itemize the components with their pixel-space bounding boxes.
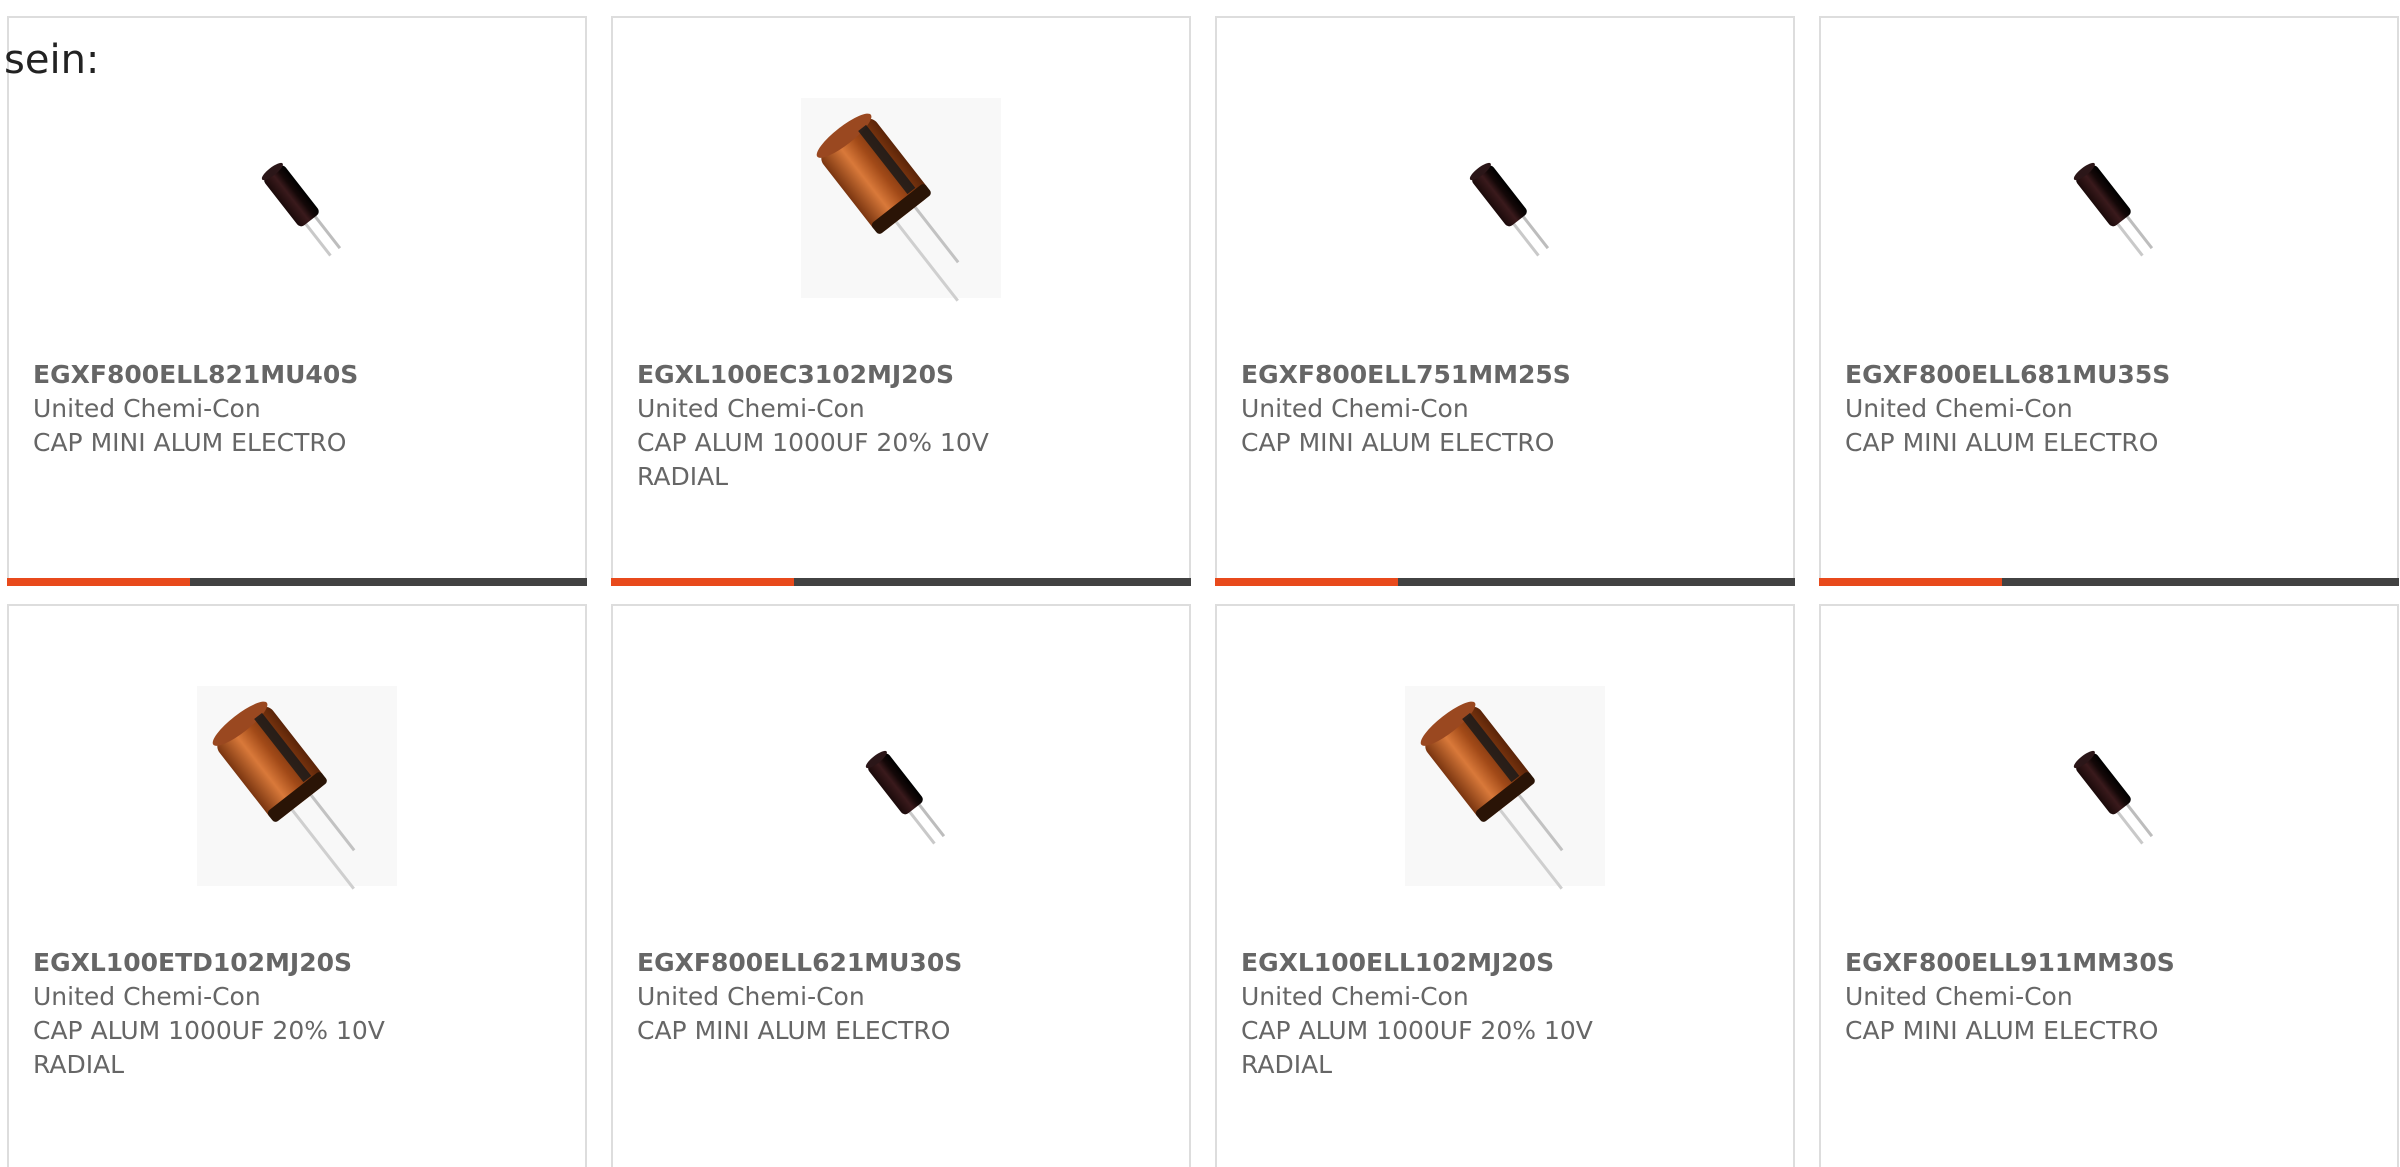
description: CAP ALUM 1000UF 20% 10V RADIAL [33, 1016, 385, 1079]
product-image[interactable] [9, 78, 585, 328]
part-number-link[interactable]: EGXF800ELL681MU35S [1845, 358, 2245, 392]
progress-bar-fill [1819, 578, 2002, 586]
manufacturer: United Chemi-Con [33, 394, 261, 423]
progress-bar [7, 578, 587, 586]
product-info: EGXF800ELL751MM25S United Chemi-Con CAP … [1241, 358, 1641, 460]
small-black-capacitor-icon [261, 162, 342, 257]
product-card[interactable]: EGXF800ELL751MM25S United Chemi-Con CAP … [1215, 16, 1795, 586]
product-image[interactable] [1821, 666, 2397, 916]
progress-bar [1215, 578, 1795, 586]
description: CAP MINI ALUM ELECTRO [33, 428, 347, 457]
product-image[interactable] [9, 666, 585, 916]
progress-bar [611, 578, 1191, 586]
progress-bar-fill [1215, 578, 1398, 586]
manufacturer: United Chemi-Con [637, 394, 865, 423]
description: CAP MINI ALUM ELECTRO [1845, 1016, 2159, 1045]
orange-capacitor-icon [801, 98, 1001, 302]
intro-text: sein: [4, 37, 100, 83]
description: CAP MINI ALUM ELECTRO [1845, 428, 2159, 457]
orange-capacitor-icon [1405, 686, 1605, 890]
product-info: EGXF800ELL821MU40S United Chemi-Con CAP … [33, 358, 433, 460]
progress-bar-fill [7, 578, 190, 586]
product-card[interactable]: EGXF800ELL821MU40S United Chemi-Con CAP … [7, 16, 587, 586]
orange-capacitor-icon [197, 686, 397, 890]
product-image[interactable] [1217, 78, 1793, 328]
product-image[interactable] [613, 666, 1189, 916]
part-number-link[interactable]: EGXF800ELL821MU40S [33, 358, 433, 392]
product-card[interactable]: EGXL100EC3102MJ20S United Chemi-Con CAP … [611, 16, 1191, 586]
manufacturer: United Chemi-Con [1845, 394, 2073, 423]
product-card[interactable]: EGXL100ELL102MJ20S United Chemi-Con CAP … [1215, 604, 1795, 1167]
part-number-link[interactable]: EGXF800ELL911MM30S [1845, 946, 2245, 980]
product-info: EGXF800ELL621MU30S United Chemi-Con CAP … [637, 946, 1037, 1048]
product-info: EGXL100EC3102MJ20S United Chemi-Con CAP … [637, 358, 1037, 494]
product-image[interactable] [1821, 78, 2397, 328]
product-info: EGXL100ETD102MJ20S United Chemi-Con CAP … [33, 946, 433, 1082]
description: CAP MINI ALUM ELECTRO [1241, 428, 1555, 457]
small-black-capacitor-icon [1469, 162, 1550, 257]
product-info: EGXF800ELL681MU35S United Chemi-Con CAP … [1845, 358, 2245, 460]
progress-bar [1819, 578, 2399, 586]
progress-bar-fill [611, 578, 794, 586]
manufacturer: United Chemi-Con [1241, 394, 1469, 423]
description: CAP MINI ALUM ELECTRO [637, 1016, 951, 1045]
part-number-link[interactable]: EGXF800ELL751MM25S [1241, 358, 1641, 392]
product-image[interactable] [1217, 666, 1793, 916]
product-card[interactable]: EGXF800ELL911MM30S United Chemi-Con CAP … [1819, 604, 2399, 1167]
part-number-link[interactable]: EGXL100EC3102MJ20S [637, 358, 1037, 392]
part-number-link[interactable]: EGXF800ELL621MU30S [637, 946, 1037, 980]
manufacturer: United Chemi-Con [1845, 982, 2073, 1011]
product-card[interactable]: EGXL100ETD102MJ20S United Chemi-Con CAP … [7, 604, 587, 1167]
manufacturer: United Chemi-Con [637, 982, 865, 1011]
small-black-capacitor-icon [865, 750, 946, 845]
product-card[interactable]: EGXF800ELL681MU35S United Chemi-Con CAP … [1819, 16, 2399, 586]
part-number-link[interactable]: EGXL100ETD102MJ20S [33, 946, 433, 980]
small-black-capacitor-icon [2073, 750, 2154, 845]
manufacturer: United Chemi-Con [33, 982, 261, 1011]
product-card[interactable]: EGXF800ELL621MU30S United Chemi-Con CAP … [611, 604, 1191, 1167]
description: CAP ALUM 1000UF 20% 10V RADIAL [637, 428, 989, 491]
product-info: EGXL100ELL102MJ20S United Chemi-Con CAP … [1241, 946, 1641, 1082]
product-info: EGXF800ELL911MM30S United Chemi-Con CAP … [1845, 946, 2245, 1048]
product-grid-page: sein: EGXF800ELL821MU40S United Chemi-Co… [0, 0, 2400, 1167]
part-number-link[interactable]: EGXL100ELL102MJ20S [1241, 946, 1641, 980]
small-black-capacitor-icon [2073, 162, 2154, 257]
product-image[interactable] [613, 78, 1189, 328]
manufacturer: United Chemi-Con [1241, 982, 1469, 1011]
description: CAP ALUM 1000UF 20% 10V RADIAL [1241, 1016, 1593, 1079]
